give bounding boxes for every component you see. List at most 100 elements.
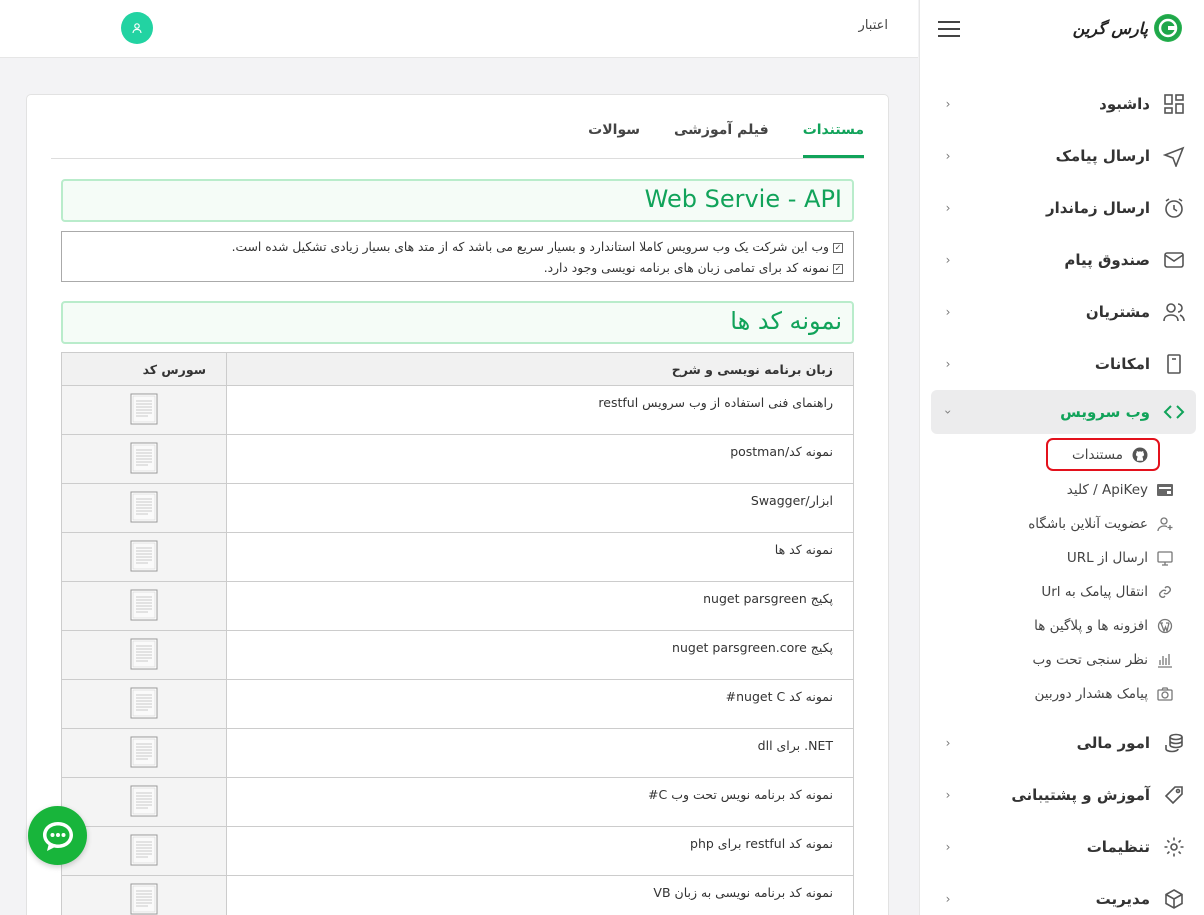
submenu-item-docs[interactable]: مستندات: [1046, 438, 1160, 471]
sidebar-item-features[interactable]: امکانات ‹: [931, 338, 1196, 390]
sidebar-item-finance[interactable]: امور مالی ‹: [931, 717, 1196, 769]
sidebar-item-customers[interactable]: مشتریان ‹: [931, 286, 1196, 338]
top-bar: اعتبار: [0, 0, 918, 58]
row-source: [61, 581, 227, 631]
document-icon[interactable]: [130, 540, 158, 575]
submenu-item-apikey[interactable]: ApiKey / کلید: [931, 473, 1196, 507]
table-row: نمونه کد ها: [61, 532, 854, 582]
submenu-item-label: افزونه ها و پلاگین ها: [1034, 618, 1148, 634]
row-description: ابزار/Swagger: [226, 483, 854, 533]
row-description: راهنمای فنی استفاده از وب سرویس restful: [226, 385, 854, 435]
chevron-left-icon: ‹: [945, 736, 951, 750]
sidebar-item-settings[interactable]: تنظیمات ‹: [931, 821, 1196, 873]
sidebar-item-label: مشتریان: [1085, 303, 1150, 321]
sidebar: پارس گرین داشبود ‹ ارسال پیامک ‹ ارسال ز…: [919, 0, 1204, 915]
link-icon: [1156, 583, 1174, 601]
chevron-left-icon: ‹: [945, 97, 951, 111]
row-description: پکیج nuget parsgreen: [226, 581, 854, 631]
row-description-text: نمونه کد nuget C#: [725, 689, 833, 704]
row-description-text: ابزار/Swagger: [750, 493, 833, 508]
sidebar-item-label: ارسال پیامک: [1055, 147, 1150, 165]
sidebar-item-label: داشبود: [1099, 95, 1150, 113]
sidebar-item-inbox[interactable]: صندوق پیام ‹: [931, 234, 1196, 286]
submenu-item-label: نظر سنجی تحت وب: [1032, 652, 1148, 668]
code-samples-table: زبان برنامه نویسی و شرح سورس کد راهنمای …: [61, 352, 854, 915]
chevron-left-icon: ‹: [945, 892, 951, 906]
submenu-item-web-poll[interactable]: نظر سنجی تحت وب: [931, 643, 1196, 677]
row-description: پکیج nuget parsgreen.core: [226, 630, 854, 680]
sidebar-item-scheduled-send[interactable]: ارسال زماندار ‹: [931, 182, 1196, 234]
row-description-text: نمونه کد برنامه نویس تحت وب C#: [648, 787, 833, 802]
chat-button[interactable]: [28, 806, 87, 865]
chevron-left-icon: ‹: [945, 201, 951, 215]
sidebar-item-label: امور مالی: [1076, 734, 1150, 752]
table-row: نمونه کد restful برای php: [61, 826, 854, 876]
tab-video-tutorial[interactable]: فیلم آموزشی: [674, 119, 769, 158]
mail-icon: [1162, 248, 1186, 272]
submenu-item-club-membership[interactable]: عضویت آنلاین باشگاه: [931, 507, 1196, 541]
sidebar-item-label: امکانات: [1094, 355, 1150, 373]
sidebar-item-send-sms[interactable]: ارسال پیامک ‹: [931, 130, 1196, 182]
menu-toggle-button[interactable]: [938, 21, 960, 38]
chat-icon: [42, 821, 73, 851]
intro-description: ✓وب این شرکت یک وب سرویس کاملا استاندارد…: [61, 231, 854, 282]
sidebar-item-web-service[interactable]: وب سرویس ‹: [931, 390, 1196, 434]
brand[interactable]: پارس گرین: [1073, 14, 1182, 42]
submenu-item-label: پیامک هشدار دوربین: [1034, 686, 1148, 702]
user-icon: [132, 23, 142, 34]
submenu-item-camera-alert[interactable]: پیامک هشدار دوربین: [931, 677, 1196, 711]
document-icon[interactable]: [130, 736, 158, 771]
submenu-item-send-url[interactable]: ارسال از URL: [931, 541, 1196, 575]
sidebar-menu: داشبود ‹ ارسال پیامک ‹ ارسال زماندار ‹ ص…: [931, 78, 1196, 915]
row-description: نمونه کد restful برای php: [226, 826, 854, 876]
sidebar-item-label: مدیریت: [1095, 890, 1150, 908]
code-icon: [1162, 400, 1186, 424]
document-icon[interactable]: [130, 834, 158, 869]
document-icon[interactable]: [130, 785, 158, 820]
column-header-source: سورس کد: [61, 352, 227, 386]
sidebar-item-dashboard[interactable]: داشبود ‹: [931, 78, 1196, 130]
sidebar-item-label: آموزش و پشتیبانی: [1011, 786, 1150, 804]
table-row: نمونه کد برنامه نویس تحت وب C#: [61, 777, 854, 827]
content-card: مستندات فیلم آموزشی سوالات Web Servie - …: [26, 94, 889, 915]
document-icon[interactable]: [130, 442, 158, 477]
document-icon[interactable]: [130, 393, 158, 428]
submenu-item-plugins[interactable]: افزونه ها و پلاگین ها: [931, 609, 1196, 643]
sidebar-item-label: صندوق پیام: [1064, 251, 1150, 269]
row-source: [61, 875, 227, 915]
chevron-left-icon: ‹: [945, 305, 951, 319]
sidebar-item-label: تنظیمات: [1086, 838, 1150, 856]
table-row: ابزار/Swagger: [61, 483, 854, 533]
monitor-icon: [1156, 549, 1174, 567]
tag-icon: [1162, 783, 1186, 807]
web-service-submenu: مستندات ApiKey / کلید عضویت آنلاین باشگا…: [931, 438, 1196, 717]
send-icon: [1162, 144, 1186, 168]
sidebar-item-training-support[interactable]: آموزش و پشتیبانی ‹: [931, 769, 1196, 821]
brand-name: پارس گرین: [1072, 18, 1148, 38]
document-icon[interactable]: [130, 491, 158, 526]
row-description: نمونه کد/postman: [226, 434, 854, 484]
row-source: [61, 679, 227, 729]
users-icon: [1162, 300, 1186, 324]
tabs: مستندات فیلم آموزشی سوالات: [51, 119, 864, 159]
gear-icon: [1162, 835, 1186, 859]
bar-chart-icon: [1156, 651, 1174, 669]
wordpress-icon: [1156, 617, 1174, 635]
sidebar-item-management[interactable]: مدیریت ‹: [931, 873, 1196, 915]
submenu-item-forward-url[interactable]: انتقال پیامک به Url: [931, 575, 1196, 609]
tab-docs[interactable]: مستندات: [802, 119, 864, 158]
document-icon[interactable]: [130, 883, 158, 915]
row-description-text: پکیج nuget parsgreen.core: [672, 640, 833, 655]
document-icon[interactable]: [130, 638, 158, 673]
section-title-text: نمونه کد ها: [730, 307, 842, 335]
intro-line: ✓نمونه کد برای تمامی زبان های برنامه نوی…: [543, 261, 843, 275]
row-description: dll برای .NET: [226, 728, 854, 778]
credit-label[interactable]: اعتبار: [859, 18, 888, 33]
row-description-text: dll برای .NET: [757, 738, 833, 753]
document-icon[interactable]: [130, 589, 158, 624]
document-icon[interactable]: [130, 687, 158, 722]
column-header-description: زبان برنامه نویسی و شرح: [226, 352, 854, 386]
user-avatar[interactable]: [121, 12, 153, 44]
tab-faq[interactable]: سوالات: [588, 119, 640, 158]
book-icon: [1162, 352, 1186, 376]
